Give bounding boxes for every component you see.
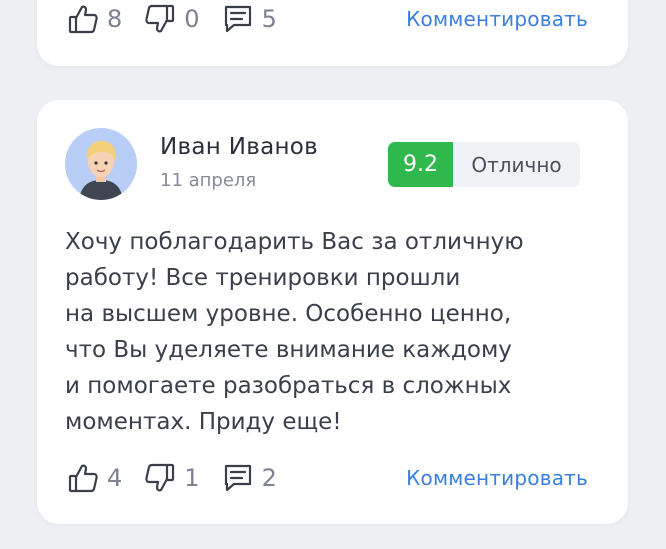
review-card-previous: 8 0 5 Комментировать (37, 0, 628, 66)
comment-count: 2 (261, 464, 277, 492)
comment-icon (224, 5, 251, 33)
comments-button[interactable]: 2 (222, 462, 277, 494)
rating-label: Отлично (453, 142, 580, 187)
thumbs-up-icon (68, 5, 98, 34)
review-date: 11 апреля (160, 170, 257, 191)
avatar (65, 128, 137, 200)
like-button[interactable]: 8 (67, 3, 122, 35)
comment-icon (224, 464, 251, 492)
dislike-count: 1 (184, 464, 200, 492)
thumbs-down-icon (145, 463, 175, 492)
comment-link[interactable]: Комментировать (406, 466, 588, 490)
like-button[interactable]: 4 (67, 462, 122, 494)
thumbs-up-icon (68, 464, 98, 493)
comment-count: 5 (261, 5, 277, 33)
review-actions: 4 1 2 Комментировать (67, 461, 588, 495)
review-line: и помогаете разобраться в сложных (65, 373, 512, 399)
dislike-count: 0 (184, 5, 200, 33)
review-line: моментах. Приду еще! (65, 409, 342, 435)
like-count: 8 (107, 5, 123, 33)
rating-score: 9.2 (388, 142, 453, 187)
comments-button[interactable]: 5 (222, 3, 277, 35)
review-card: Иван Иванов 11 апреля 9.2 Отлично Хочу п… (37, 100, 628, 524)
dislike-button[interactable]: 1 (144, 462, 200, 494)
review-line: на высшем уровне. Особенно ценно, (65, 301, 512, 327)
author-name: Иван Иванов (160, 134, 319, 160)
review-line: что Вы уделяете внимание каждому (65, 337, 512, 363)
rating-badge: 9.2 Отлично (388, 142, 580, 187)
review-text: Хочу поблагодарить Вас за отличную работ… (65, 224, 585, 440)
like-count: 4 (107, 464, 123, 492)
review-actions: 8 0 5 Комментировать (67, 2, 588, 36)
review-line: Хочу поблагодарить Вас за отличную (65, 229, 524, 255)
comment-link[interactable]: Комментировать (406, 7, 588, 31)
review-line: работу! Все тренировки прошли (65, 265, 461, 291)
dislike-button[interactable]: 0 (144, 3, 200, 35)
thumbs-down-icon (145, 4, 175, 33)
